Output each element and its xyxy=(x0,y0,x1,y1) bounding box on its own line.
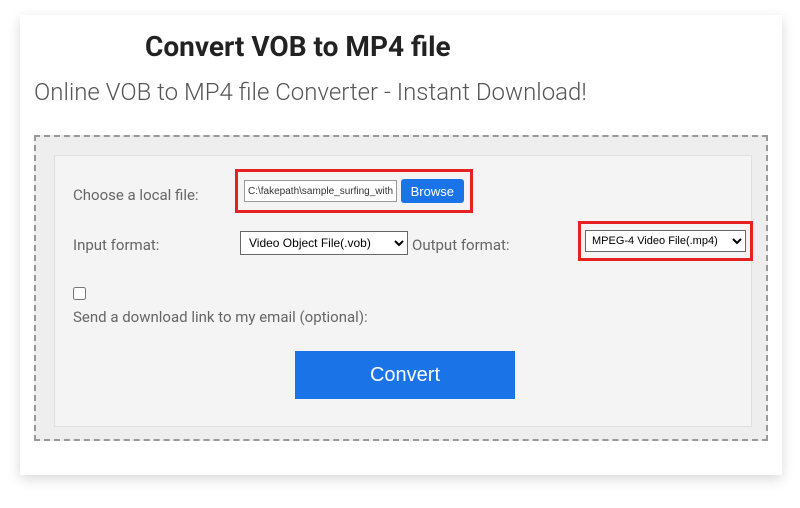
input-format-label: Input format: xyxy=(73,236,159,254)
input-format-select[interactable]: Video Object File(.vob) xyxy=(240,231,408,255)
output-highlight-box: MPEG-4 Video File(.mp4) xyxy=(578,221,753,261)
converter-card: Convert VOB to MP4 file Online VOB to MP… xyxy=(20,15,782,475)
dropzone: Choose a local file: Browse Input format… xyxy=(34,135,768,441)
page-title: Convert VOB to MP4 file xyxy=(145,30,451,63)
file-highlight-box: Browse xyxy=(235,169,473,213)
page-subtitle: Online VOB to MP4 file Converter - Insta… xyxy=(34,78,587,106)
output-format-select[interactable]: MPEG-4 Video File(.mp4) xyxy=(585,230,746,252)
convert-button[interactable]: Convert xyxy=(295,351,515,399)
choose-file-label: Choose a local file: xyxy=(73,186,199,204)
file-path-input[interactable] xyxy=(244,180,397,202)
browse-button[interactable]: Browse xyxy=(401,179,464,203)
form-panel: Choose a local file: Browse Input format… xyxy=(54,155,752,427)
output-format-label: Output format: xyxy=(412,236,510,254)
email-label: Send a download link to my email (option… xyxy=(73,308,368,326)
email-checkbox[interactable] xyxy=(73,287,86,300)
